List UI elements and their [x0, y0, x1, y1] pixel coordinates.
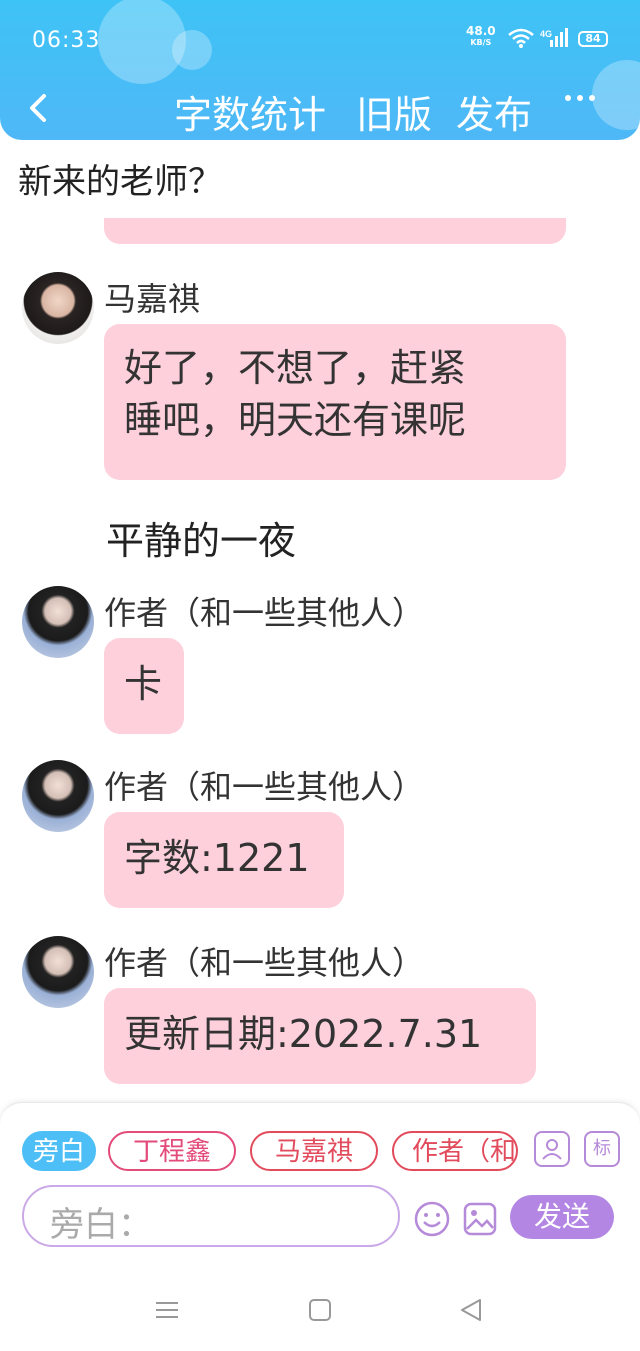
net-speed-unit: KB/S [470, 38, 492, 47]
battery-icon: 84 [578, 31, 608, 47]
image-icon[interactable] [462, 1201, 498, 1237]
contact-icon[interactable] [534, 1131, 570, 1167]
menu-icon[interactable] [154, 1298, 180, 1322]
message-text: 字数:1221 [124, 836, 310, 880]
avatar[interactable] [22, 272, 94, 344]
publish-button[interactable]: 发布 [456, 84, 532, 139]
status-bar: 06:33 48.0 KB/S 4G 84 [0, 0, 640, 80]
header: 06:33 48.0 KB/S 4G 84 字数统计 旧版 发布 [0, 0, 640, 140]
emoji-icon[interactable] [414, 1201, 450, 1237]
wifi-icon [508, 28, 534, 48]
role-chip-ma[interactable]: 马嘉祺 [250, 1131, 378, 1171]
narration-top: 新来的老师？ [18, 162, 222, 202]
avatar[interactable] [22, 586, 94, 658]
role-chip-ding[interactable]: 丁程鑫 [108, 1131, 236, 1171]
sender-name: 作者（和一些其他人） [104, 768, 425, 806]
message-text-line-1: 好了，不想了，赶紧 [124, 346, 467, 390]
system-nav-bar [0, 1272, 640, 1351]
net-speed-value: 48.0 [466, 24, 496, 38]
message-text: 卡 [124, 662, 163, 706]
message-bubble-partial[interactable] [104, 218, 566, 244]
send-button[interactable]: 发送 [510, 1195, 614, 1239]
old-version-button[interactable]: 旧版 [356, 84, 432, 139]
avatar[interactable] [22, 936, 94, 1008]
net-speed: 48.0 KB/S [466, 24, 496, 48]
sender-name: 马嘉祺 [104, 280, 201, 318]
nav-bar: 字数统计 旧版 发布 [0, 80, 640, 140]
narration: 平静的一夜 [106, 519, 297, 563]
sender-name: 作者（和一些其他人） [104, 594, 425, 632]
svg-text:4G: 4G [540, 29, 552, 39]
sender-name: 作者（和一些其他人） [104, 944, 425, 982]
message-text: 更新日期:2022.7.31 [124, 1012, 483, 1056]
home-icon[interactable] [308, 1298, 332, 1322]
message-text-line-2: 睡吧，明天还有课呢 [124, 398, 467, 442]
message-bubble[interactable]: 卡 [104, 638, 184, 734]
back-icon[interactable] [20, 86, 60, 130]
composer: 旁白 丁程鑫 马嘉祺 作者（和 标 旁白： 发送 [0, 1102, 640, 1272]
more-icon[interactable] [560, 88, 600, 108]
message-input[interactable]: 旁白： [22, 1185, 400, 1247]
message-bubble[interactable]: 更新日期:2022.7.31 [104, 988, 536, 1084]
chat-area[interactable]: 新来的老师？ 马嘉祺 好了，不想了，赶紧 睡吧，明天还有课呢 平静的一夜 作者（… [0, 140, 640, 1100]
message-bubble[interactable]: 好了，不想了，赶紧 睡吧，明天还有课呢 [104, 324, 566, 480]
role-chip-author[interactable]: 作者（和 [392, 1131, 518, 1171]
word-count-button[interactable]: 字数统计 [174, 84, 326, 139]
avatar[interactable] [22, 760, 94, 832]
mark-button[interactable]: 标 [584, 1131, 620, 1167]
status-time: 06:33 [32, 28, 101, 53]
role-chip-narration[interactable]: 旁白 [22, 1131, 96, 1171]
input-prefix: 旁白： [50, 1205, 152, 1245]
back-triangle-icon[interactable] [458, 1298, 484, 1322]
signal-icon: 4G [540, 28, 568, 47]
message-bubble[interactable]: 字数:1221 [104, 812, 344, 908]
